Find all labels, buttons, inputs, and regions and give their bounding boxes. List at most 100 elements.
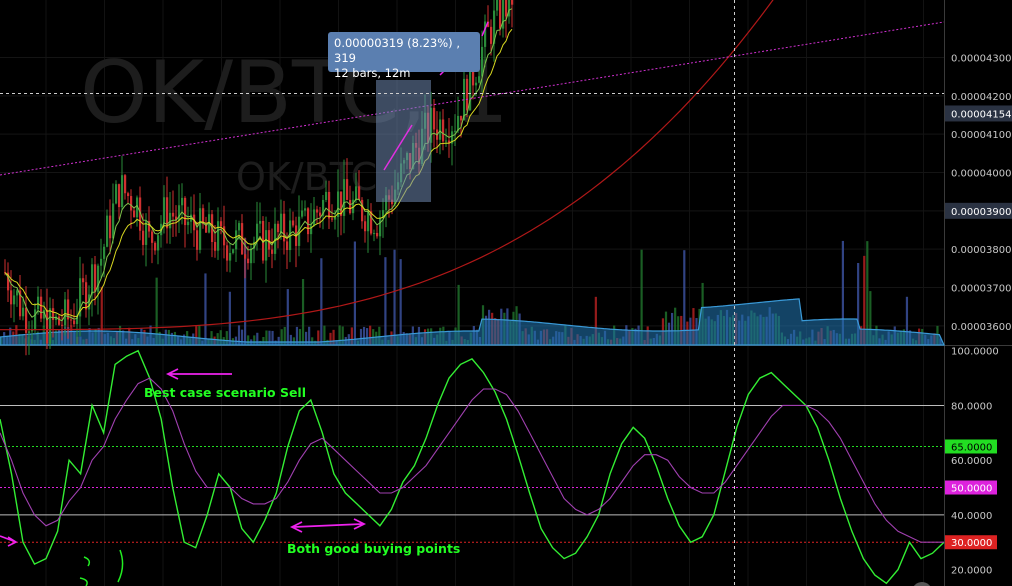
candle-body [16, 290, 19, 296]
candle-body [334, 216, 337, 220]
candle-body [127, 193, 130, 197]
sell-arrow [165, 368, 232, 380]
price-tick-label: 0.00003800 [951, 245, 1011, 256]
candle-body [115, 184, 118, 204]
candle-body [82, 278, 85, 283]
candle-body [499, 0, 502, 29]
price-tick-label: 0.00004100 [951, 130, 1011, 141]
candle-body [328, 191, 331, 219]
candle-body [61, 324, 64, 326]
candle-body [247, 258, 250, 264]
candle-body [364, 221, 367, 232]
candle-body [124, 175, 127, 194]
candle-body [238, 223, 241, 231]
price-tick-label: 0.00003600 [951, 322, 1011, 333]
candle-body [325, 191, 328, 200]
candle-body [220, 221, 223, 227]
candle-body [52, 308, 55, 321]
candle-body [46, 309, 49, 344]
candle-body [349, 199, 352, 214]
volume-bar [384, 257, 387, 345]
candle-body [13, 295, 16, 305]
candle-body [178, 205, 181, 221]
osc-tick-label: 60.0000 [951, 456, 992, 467]
candle-body [49, 308, 52, 344]
candle-body [439, 119, 442, 140]
candle-body [319, 212, 322, 216]
price-axis[interactable]: 0.00004300 0.00004200 0.00004100 0.00004000… [945, 54, 1012, 333]
candle-body [91, 264, 94, 295]
candle-body [271, 249, 274, 254]
candle-body [103, 246, 106, 259]
candle-body [505, 0, 508, 17]
candle-body [316, 209, 319, 213]
candle-body [196, 230, 199, 250]
candle-body [22, 307, 25, 317]
candle-body [277, 223, 280, 233]
price-tick-label: 0.00004200 [951, 92, 1011, 103]
candle-body [121, 175, 124, 208]
candle-body [454, 130, 457, 132]
candle-body [40, 296, 43, 319]
osc-tick-label: 100.0000 [951, 347, 999, 358]
price-tick-label: 0.00004300 [951, 54, 1011, 65]
candle-body [232, 249, 235, 253]
chart-canvas: OK/BTC, 1 OK/BTC 0.000043000.000042000.0… [0, 0, 1012, 586]
osc-level-label: 50.0000 [951, 484, 992, 495]
candle-body [118, 184, 121, 208]
candle-body [478, 76, 481, 83]
candle-body [163, 197, 166, 224]
oscillator-layer [0, 349, 945, 585]
candle-body [265, 230, 268, 261]
volume-ma-area [0, 298, 945, 346]
candle-body [346, 179, 349, 200]
chart-screenshot: OK/BTC, 1 OK/BTC 0.00004300 0.00004200 0.0… [0, 0, 1012, 586]
candle-body [259, 220, 262, 224]
candle-body [226, 245, 229, 261]
candle-body [280, 213, 283, 233]
candle-body [457, 115, 460, 131]
candle-body [28, 331, 31, 333]
measure-box [376, 80, 431, 202]
osc-level-label: 65.0000 [951, 442, 992, 453]
candle-body [490, 26, 493, 44]
candle-body [217, 221, 220, 251]
volume-bar [301, 279, 305, 345]
candle-body [85, 282, 88, 310]
measure-tooltip: 0.00000319 (8.23%) , 319 12 bars, 12m [328, 32, 480, 80]
range-low-label: 0.00003900 [951, 207, 1011, 218]
candle-body [181, 197, 184, 206]
oscillator-axis[interactable]: 100.0000 80.0000 60.0000 40.0000 20.0000 65.0… [945, 347, 999, 577]
candle-body [142, 230, 145, 245]
candle-body [73, 320, 76, 325]
candle-body [133, 210, 136, 218]
volume-bar [399, 259, 402, 345]
candle-body [376, 232, 379, 237]
candle-body [256, 223, 259, 242]
edge-arrow [0, 535, 18, 547]
sell-annotation: Best case scenario Sell [144, 385, 306, 400]
candle-body [157, 235, 160, 251]
measure-tooltip-line2: 12 bars, 12m [334, 66, 411, 80]
osc-tick-label: 80.0000 [951, 401, 992, 412]
candle-body [358, 186, 361, 200]
candle-body [64, 299, 67, 326]
osc-tick-label: 40.0000 [951, 511, 992, 522]
candle-body [109, 215, 112, 239]
candle-body [301, 210, 304, 217]
candle-body [112, 203, 115, 239]
candle-body [304, 208, 307, 211]
candle-body [145, 220, 148, 245]
candle-body [373, 232, 376, 234]
candle-body [10, 290, 13, 305]
candle-body [94, 264, 97, 292]
candle-body [367, 211, 370, 232]
candle-body [244, 254, 247, 259]
candle-body [187, 221, 190, 226]
candle-body [199, 208, 202, 250]
candle-body [466, 78, 469, 111]
candle-body [229, 252, 232, 261]
candle-body [355, 186, 358, 200]
candle-body [151, 231, 154, 243]
candle-body [58, 316, 61, 325]
